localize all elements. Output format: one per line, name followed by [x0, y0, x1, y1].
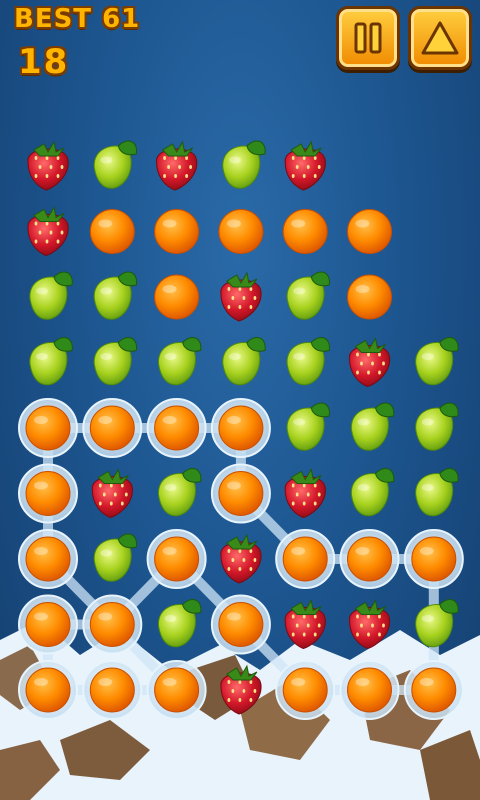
lime-fruit[interactable] — [29, 271, 73, 320]
strawberry-fruit[interactable] — [284, 468, 326, 519]
orange-fruit[interactable] — [154, 405, 200, 451]
lime-fruit[interactable] — [93, 271, 138, 320]
orange-fruit[interactable] — [154, 209, 200, 254]
strawberry-fruit[interactable] — [220, 271, 262, 322]
strawberry-fruit[interactable] — [284, 599, 326, 650]
orange-fruit[interactable] — [89, 209, 135, 254]
orange-fruit[interactable] — [282, 536, 328, 582]
lime-fruit[interactable] — [415, 467, 459, 517]
fruit-board[interactable] — [0, 0, 480, 800]
orange-fruit[interactable] — [25, 471, 71, 516]
lime-fruit[interactable] — [93, 533, 138, 582]
lime-fruit[interactable] — [158, 467, 202, 517]
orange-fruit[interactable] — [89, 602, 135, 647]
orange-fruit[interactable] — [25, 405, 71, 451]
lime-fruit[interactable] — [93, 140, 138, 189]
lime-fruit[interactable] — [222, 336, 266, 386]
lime-fruit[interactable] — [415, 336, 459, 386]
strawberry-fruit[interactable] — [27, 206, 69, 257]
orange-fruit[interactable] — [347, 209, 392, 254]
strawberry-fruit[interactable] — [27, 140, 69, 191]
orange-fruit[interactable] — [25, 667, 71, 713]
lime-fruit[interactable] — [158, 598, 202, 648]
orange-fruit[interactable] — [154, 536, 200, 582]
strawberry-fruit[interactable] — [348, 599, 391, 650]
orange-fruit[interactable] — [282, 209, 328, 254]
lime-fruit[interactable] — [158, 336, 202, 386]
lime-fruit[interactable] — [415, 598, 459, 648]
lime-fruit[interactable] — [350, 402, 395, 451]
orange-fruit[interactable] — [218, 209, 264, 254]
lime-fruit[interactable] — [29, 336, 73, 386]
strawberry-fruit[interactable] — [156, 140, 198, 191]
lime-fruit[interactable] — [286, 271, 330, 320]
lime-fruit[interactable] — [286, 402, 330, 451]
orange-fruit[interactable] — [154, 274, 200, 320]
orange-fruit[interactable] — [347, 536, 392, 582]
orange-fruit[interactable] — [411, 667, 457, 713]
orange-fruit[interactable] — [282, 667, 328, 713]
orange-fruit[interactable] — [218, 602, 264, 647]
orange-fruit[interactable] — [154, 667, 200, 713]
lime-fruit[interactable] — [415, 402, 459, 451]
orange-fruit[interactable] — [218, 471, 264, 516]
strawberry-fruit[interactable] — [220, 664, 262, 715]
orange-fruit[interactable] — [89, 667, 135, 713]
orange-fruit[interactable] — [347, 667, 392, 713]
lime-fruit[interactable] — [222, 140, 266, 189]
orange-fruit[interactable] — [25, 602, 71, 647]
orange-fruit[interactable] — [411, 536, 457, 582]
orange-fruit[interactable] — [218, 405, 264, 451]
lime-fruit[interactable] — [93, 336, 138, 386]
lime-fruit[interactable] — [286, 336, 330, 386]
orange-fruit[interactable] — [89, 405, 135, 451]
strawberry-fruit[interactable] — [348, 337, 391, 388]
strawberry-fruit[interactable] — [220, 533, 262, 584]
orange-fruit[interactable] — [347, 274, 392, 320]
strawberry-fruit[interactable] — [91, 468, 133, 519]
strawberry-fruit[interactable] — [284, 140, 326, 191]
lime-fruit[interactable] — [350, 467, 395, 517]
orange-fruit[interactable] — [25, 536, 71, 582]
